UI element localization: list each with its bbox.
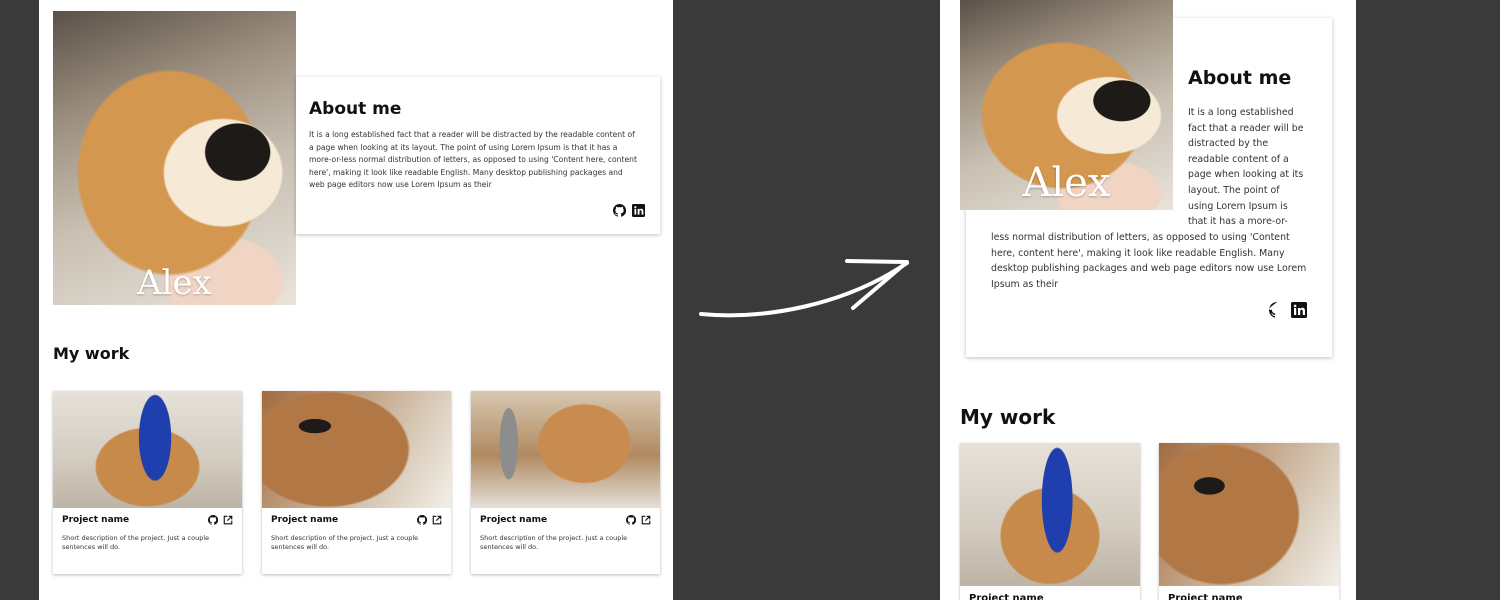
project-image	[1159, 443, 1339, 586]
social-links	[1269, 302, 1307, 318]
project-name: Project name	[480, 515, 548, 525]
external-link-icon[interactable]	[223, 515, 233, 525]
transition-arrow-icon	[699, 259, 909, 318]
profile-photo: Alex	[53, 11, 296, 305]
project-description: Short description of the project. Just a…	[271, 534, 419, 551]
my-work-title: My work	[53, 344, 130, 363]
about-text-continued: less normal distribution of letters, as …	[991, 232, 1307, 290]
github-icon[interactable]	[417, 515, 427, 525]
profile-name: Alex	[1022, 160, 1111, 206]
linkedin-icon[interactable]	[1291, 302, 1307, 318]
linkedin-icon[interactable]	[632, 204, 645, 217]
profile-photo: Alex	[960, 0, 1173, 210]
external-link-icon[interactable]	[432, 515, 442, 525]
project-image	[262, 391, 451, 508]
desktop-layout-panel: Alex About me It is a long established f…	[39, 0, 673, 600]
about-text: It is a long established fact that a rea…	[1188, 107, 1304, 228]
project-name: Project name	[62, 515, 130, 525]
about-title: About me	[309, 99, 402, 119]
social-links	[613, 204, 645, 217]
github-icon[interactable]	[613, 204, 626, 217]
my-work-title: My work	[960, 405, 1056, 429]
github-icon[interactable]	[208, 515, 218, 525]
mobile-layout-panel: About me It is a long established fact t…	[940, 0, 1356, 600]
about-card: About me It is a long established fact t…	[296, 77, 660, 234]
external-link-icon[interactable]	[641, 515, 651, 525]
project-name: Project name	[271, 515, 339, 525]
profile-name: Alex	[137, 263, 212, 303]
project-name: Project name	[1168, 593, 1243, 600]
github-icon[interactable]	[1269, 302, 1285, 318]
project-card[interactable]: Project name	[960, 443, 1140, 600]
project-name: Project name	[969, 593, 1044, 600]
github-icon[interactable]	[626, 515, 636, 525]
project-image	[53, 391, 242, 508]
project-card[interactable]: Project name Short description of the pr…	[471, 391, 660, 574]
project-description: Short description of the project. Just a…	[480, 534, 628, 551]
project-card[interactable]: Project name	[1159, 443, 1339, 600]
project-description: Short description of the project. Just a…	[62, 534, 210, 551]
project-card[interactable]: Project name Short description of the pr…	[53, 391, 242, 574]
about-text: It is a long established fact that a rea…	[309, 130, 637, 189]
project-image	[471, 391, 660, 508]
project-card[interactable]: Project name Short description of the pr…	[262, 391, 451, 574]
about-title: About me	[1188, 67, 1292, 89]
project-image	[960, 443, 1140, 586]
